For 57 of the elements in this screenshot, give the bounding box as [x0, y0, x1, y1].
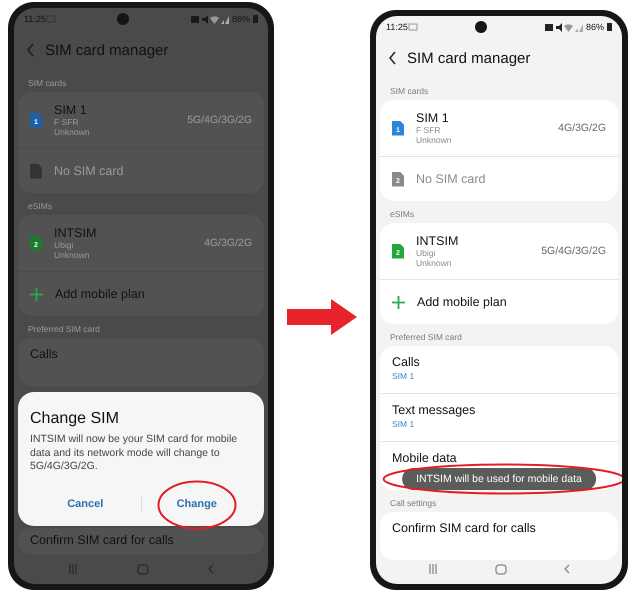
home-icon[interactable]	[136, 564, 149, 574]
section-header: Call settings	[389, 497, 438, 510]
network-mode: 5G/4G/3G/2G	[541, 245, 606, 257]
arrow-icon	[287, 299, 357, 335]
network-mode: 4G/3G/2G	[204, 237, 252, 249]
status-time: 11:25	[24, 14, 46, 24]
recent-apps-icon[interactable]	[68, 564, 78, 574]
section-header: eSIMs	[27, 200, 54, 213]
section-header: eSIMs	[389, 208, 416, 221]
sim-name[interactable]: INTSIM	[416, 234, 530, 248]
screen-title: SIM card manager	[45, 42, 168, 58]
status-icons-drawing	[190, 14, 229, 24]
sim-name[interactable]: SIM 1	[416, 111, 546, 125]
sim-detail: Unknown	[416, 135, 452, 145]
setting-title[interactable]: Mobile data	[392, 451, 606, 465]
sim-name[interactable]: No SIM card	[416, 172, 606, 186]
network-mode: 4G/3G/2G	[558, 122, 606, 134]
section-header: Preferred SIM card	[27, 323, 101, 336]
back-button[interactable]	[388, 51, 397, 65]
sim-detail: Unknown	[416, 258, 452, 268]
sim-detail: Ubigi	[54, 240, 74, 250]
dialog-title: Change SIM	[30, 410, 120, 428]
section-header: SIM cards	[27, 77, 68, 90]
recent-apps-icon[interactable]	[428, 564, 438, 574]
sim-detail: Unknown	[54, 127, 90, 137]
setting-title[interactable]: Confirm SIM card for calls	[392, 521, 606, 535]
setting-value: SIM 1	[392, 371, 416, 381]
battery-percentage: 86%	[232, 14, 250, 24]
camera-icon	[117, 13, 130, 25]
battery-icon	[607, 23, 612, 31]
status-icons-drawing	[544, 22, 583, 32]
sim-detail: Unknown	[54, 250, 90, 260]
section-header: Preferred SIM card	[389, 331, 463, 344]
screen-title: SIM card manager	[407, 50, 530, 66]
back-icon[interactable]	[564, 564, 570, 574]
status-time: 11:25	[386, 22, 408, 32]
mobile-data-toast: INTSIM will be used for mobile data	[402, 468, 596, 490]
sim-detail: F SFR	[416, 125, 442, 135]
dialog-button[interactable]: Cancel	[53, 490, 118, 518]
setting-value: SIM 1	[392, 419, 416, 429]
add-plan-link[interactable]: Add mobile plan	[417, 295, 507, 309]
notification-icon	[408, 23, 418, 31]
dialog-message: INTSIM will now be your SIM card for mobile data and its network mode will change to 5G/4G/3G/2G.	[30, 433, 238, 474]
battery-icon	[253, 15, 258, 23]
section-header: SIM cards	[389, 85, 430, 98]
home-icon[interactable]	[494, 564, 507, 574]
camera-icon	[475, 21, 488, 33]
battery-percentage: 86%	[586, 22, 604, 32]
sim-detail: Ubigi	[416, 248, 436, 258]
sim-name[interactable]: No SIM card	[54, 164, 252, 178]
back-icon[interactable]	[208, 564, 214, 574]
plus-icon	[30, 288, 43, 300]
plus-icon	[392, 296, 405, 308]
setting-title[interactable]: Calls	[392, 355, 606, 369]
sim-detail: F SFR	[54, 117, 80, 127]
setting-title[interactable]: Text messages	[392, 403, 606, 417]
network-mode: 5G/4G/3G/2G	[187, 114, 252, 126]
